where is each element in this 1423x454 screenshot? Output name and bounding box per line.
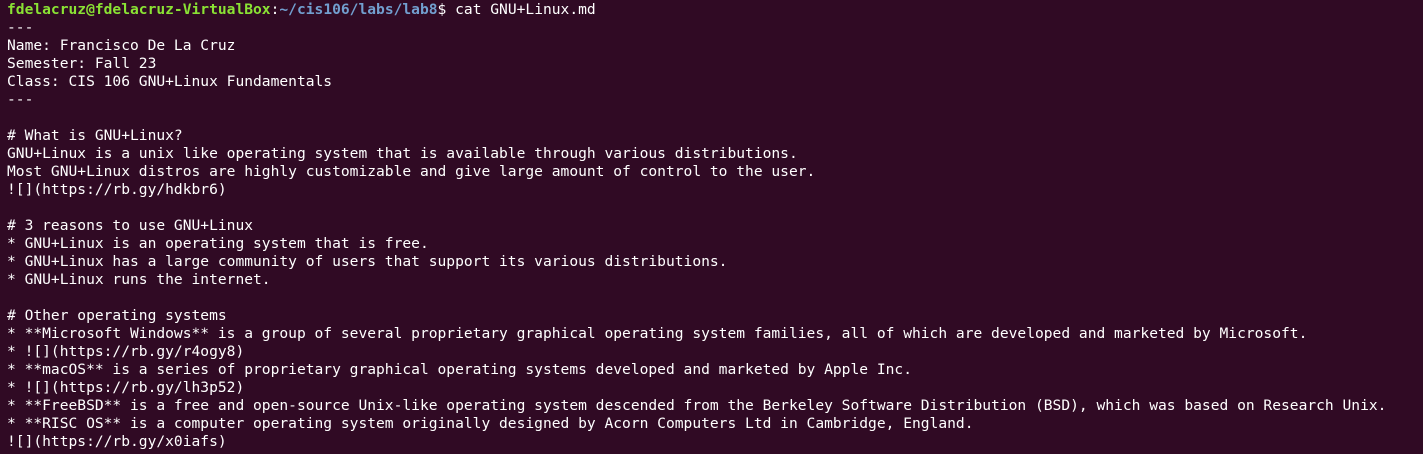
prompt-path: ~/cis106/labs/lab8 (279, 1, 438, 18)
prompt-dollar: $ (437, 1, 456, 18)
output-line: --- (7, 19, 34, 36)
terminal-window[interactable]: fdelacruz@fdelacruz-VirtualBox:~/cis106/… (0, 0, 1423, 454)
output-line: Most GNU+Linux distros are highly custom… (7, 163, 816, 180)
command-text: cat GNU+Linux.md (455, 1, 596, 18)
output-line: * GNU+Linux runs the internet. (7, 271, 271, 288)
output-line: # What is GNU+Linux? (7, 127, 183, 144)
output-line: Semester: Fall 23 (7, 55, 157, 72)
prompt-line: fdelacruz@fdelacruz-VirtualBox:~/cis106/… (7, 1, 1423, 19)
output-line: * ![](https://rb.gy/r4ogy8) (7, 343, 245, 360)
output-line: Class: CIS 106 GNU+Linux Fundamentals (7, 73, 333, 90)
output-line: Name: Francisco De La Cruz (7, 37, 236, 54)
output-line: ![](https://rb.gy/hdkbr6) (7, 181, 227, 198)
output-line: * **RISC OS** is a computer operating sy… (7, 415, 974, 432)
output-line: * **Microsoft Windows** is a group of se… (7, 325, 1308, 342)
output-line: * ![](https://rb.gy/lh3p52) (7, 379, 245, 396)
output-line: # Other operating systems (7, 307, 227, 324)
output-line: * **macOS** is a series of proprietary g… (7, 361, 912, 378)
output-line: * **FreeBSD** is a free and open-source … (7, 397, 1387, 414)
output-line: ![](https://rb.gy/x0iafs) (7, 433, 227, 450)
output-line: * GNU+Linux is an operating system that … (7, 235, 429, 252)
prompt-user-host: fdelacruz@fdelacruz-VirtualBox (7, 1, 271, 18)
output-line: # 3 reasons to use GNU+Linux (7, 217, 254, 234)
output-line: --- (7, 91, 34, 108)
output-line: GNU+Linux is a unix like operating syste… (7, 145, 798, 162)
output-line: * GNU+Linux has a large community of use… (7, 253, 728, 270)
